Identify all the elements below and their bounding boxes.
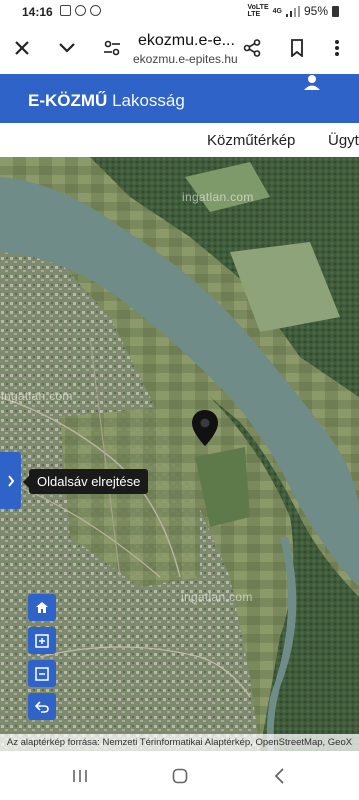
status-time: 14:16 xyxy=(22,5,53,19)
brand-strong: E-KÖZMŰ xyxy=(28,91,108,110)
main-nav: Közműtérkép Ügyt xyxy=(0,123,359,158)
nav-item-kozmuterkep[interactable]: Közműtérkép xyxy=(207,132,295,149)
zoom-out-button[interactable] xyxy=(28,660,56,687)
signal-icon xyxy=(285,5,300,17)
home-button[interactable] xyxy=(28,594,56,621)
back-nav-icon[interactable] xyxy=(268,765,292,787)
watermark: ingatlan.com xyxy=(1,389,73,403)
tune-icon[interactable] xyxy=(98,34,126,62)
status-bar: 14:16 VoLTE LTE 4G 95% xyxy=(0,0,359,24)
network-type-top: VoLTE xyxy=(247,4,269,11)
zoom-in-button[interactable] xyxy=(28,627,56,654)
undo-icon xyxy=(35,700,49,713)
sidebar-tooltip: Oldalsáv elrejtése xyxy=(22,469,149,494)
user-icon[interactable] xyxy=(302,74,322,92)
app-header: E-KÖZMŰ Lakosság xyxy=(0,74,359,123)
watermark: ingatlan.com xyxy=(181,590,253,604)
browser-url[interactable]: ekozmu.e-epites.hu xyxy=(133,52,238,66)
map-pin-icon[interactable] xyxy=(191,409,219,447)
watermark: ingatlan.com xyxy=(182,190,254,204)
map-view[interactable]: ingatlan.com ingatlan.com ingatlan.com O… xyxy=(0,157,359,751)
brand-logo[interactable]: E-KÖZMŰ Lakosság xyxy=(28,91,185,111)
chevron-right-icon xyxy=(7,474,14,487)
notification-icons xyxy=(60,5,101,16)
network-type-bottom: LTE xyxy=(247,11,261,18)
chevron-down-icon[interactable] xyxy=(53,34,81,62)
status-right: VoLTE LTE 4G 95% xyxy=(247,4,339,18)
bookmark-icon[interactable] xyxy=(283,34,311,62)
browser-toolbar: ekozmu.e-e... ekozmu.e-epites.hu xyxy=(0,24,359,74)
back-button[interactable] xyxy=(28,693,56,720)
home-icon xyxy=(36,602,48,613)
recent-apps-icon[interactable] xyxy=(68,765,92,787)
zoom-out-icon xyxy=(35,666,49,681)
home-nav-icon[interactable] xyxy=(168,765,192,787)
nav-item-ugyintezes[interactable]: Ügyt xyxy=(328,132,359,149)
checkbox-notification-icon xyxy=(60,5,71,16)
system-navigation-bar xyxy=(0,751,359,800)
sync-notification-icon xyxy=(90,5,101,16)
brand-light: Lakosság xyxy=(112,91,185,110)
signal-label: 4G xyxy=(272,7,282,15)
map-attribution: Az alaptérkép forrása: Nemzeti Térinform… xyxy=(0,734,359,751)
zoom-in-icon xyxy=(35,633,49,648)
share-icon[interactable] xyxy=(238,34,266,62)
battery-percent: 95% xyxy=(303,4,328,18)
messenger-notification-icon xyxy=(75,5,86,16)
close-icon[interactable] xyxy=(8,34,36,62)
browser-page-title[interactable]: ekozmu.e-e... xyxy=(138,32,235,50)
sidebar-toggle-button[interactable] xyxy=(0,452,21,509)
more-vert-icon[interactable] xyxy=(323,34,351,62)
battery-icon xyxy=(332,5,339,17)
